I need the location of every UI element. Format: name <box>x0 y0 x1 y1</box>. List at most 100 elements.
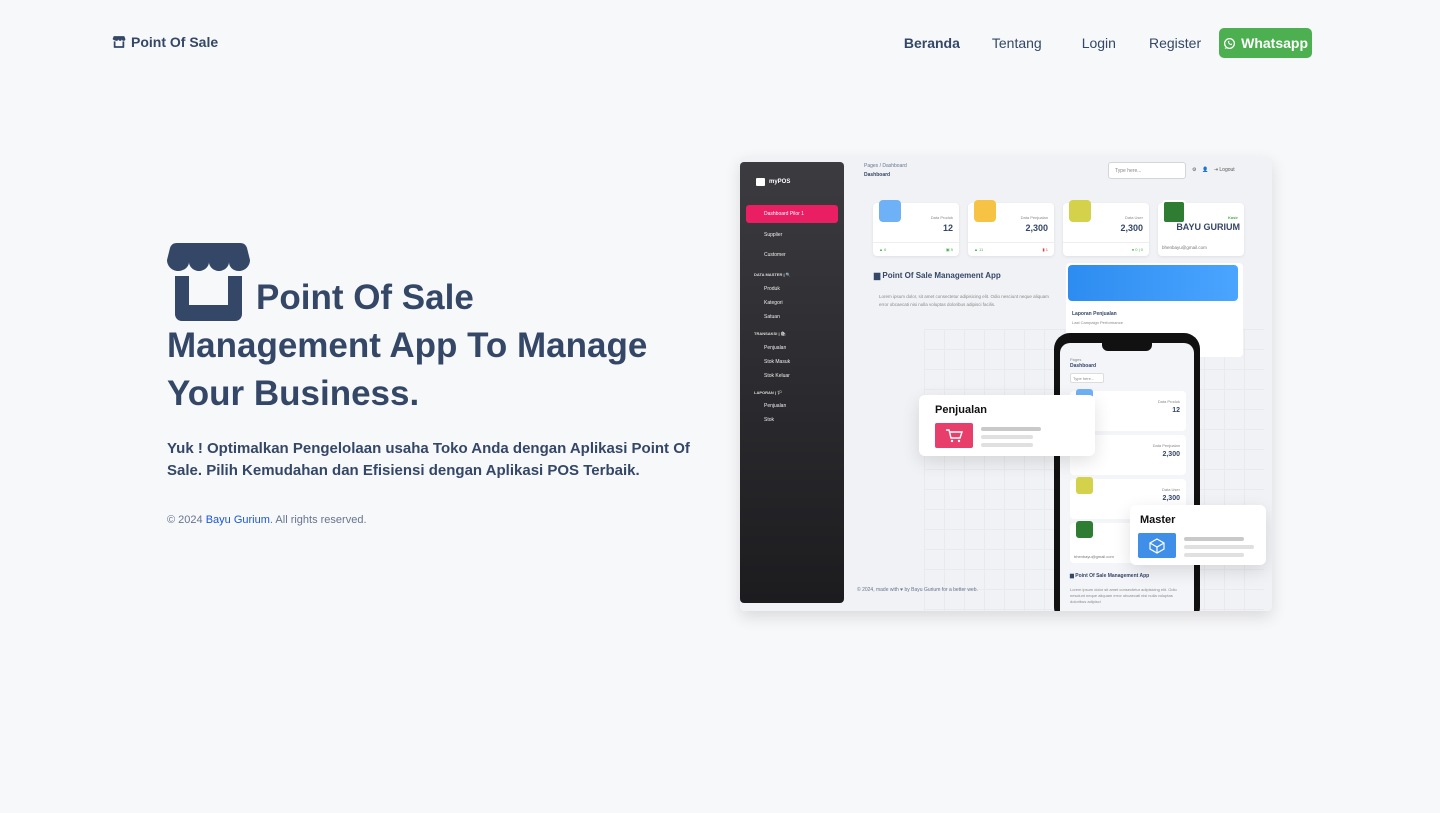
avatar <box>1162 200 1186 224</box>
float-card-title: Master <box>1140 514 1176 526</box>
whatsapp-icon <box>1224 37 1236 49</box>
phone-card-icon <box>1076 477 1093 494</box>
mock-card-footer: ● 0 | 0 <box>1063 242 1149 256</box>
nav-link-beranda[interactable]: Beranda <box>904 35 960 51</box>
phone-mockup: Pages Dashboard Type here... Data Produk… <box>1054 333 1200 611</box>
phone-title: Dashboard <box>1070 363 1097 369</box>
mock-logo-text: myPOS <box>769 179 791 185</box>
nav-link-login[interactable]: Login <box>1082 35 1116 51</box>
mock-footer: © 2024, made with ♥ by Bayu Gurium for a… <box>857 587 978 593</box>
float-bar <box>1184 537 1244 541</box>
mock-sidebar-item: Produk <box>764 286 780 292</box>
mock-report-chart <box>1068 265 1238 301</box>
mock-card-value: 2,300 <box>1025 223 1048 233</box>
mock-sidebar-item: Satuan <box>764 314 780 320</box>
store-large-icon <box>167 243 250 321</box>
mock-card-label: Data Penjualan <box>1020 215 1048 220</box>
phone-crumb: Pages <box>1070 357 1082 362</box>
mock-breadcrumb-text: Pages / Dashboard <box>864 163 907 169</box>
mock-sidebar-item: Customer <box>764 252 786 258</box>
mock-store-icon <box>756 178 765 186</box>
mock-card-value: 12 <box>942 223 953 233</box>
mock-app-desc: Lorem ipsum dolor, sit amet consectetur … <box>879 294 1049 307</box>
mock-report-sub: Last Campaign Performance <box>1072 320 1123 325</box>
mock-card-footer: ▲ 6 ▣ 5 <box>873 242 959 256</box>
mock-app-title: ▆ Point Of Sale Management App <box>874 271 1001 280</box>
float-bar <box>1184 545 1254 549</box>
nav-links: Beranda Tentang Login Register Whatsapp <box>904 28 1312 58</box>
mock-sidebar-heading: LAPORAN | 🏳 <box>754 390 783 395</box>
phone-screen: Pages Dashboard Type here... Data Produk… <box>1060 343 1194 611</box>
mock-card-footer: ▲ 11 ▮ 1 <box>968 242 1054 256</box>
mock-sidebar-item: Stok Masuk <box>764 359 791 365</box>
float-bar <box>981 443 1033 447</box>
nav-link-tentang[interactable]: Tentang <box>992 35 1042 51</box>
mock-top-icons: ⚙ 👤 ⇥ Logout <box>1192 167 1235 173</box>
boxes-icon <box>1138 533 1176 558</box>
mock-sidebar-item: Supplier <box>764 232 783 238</box>
mock-card-foot-left: 6 <box>884 247 887 252</box>
brand-link[interactable]: Point Of Sale <box>112 34 218 50</box>
store-icon <box>112 36 126 48</box>
phone-notch <box>1102 337 1152 351</box>
mock-card-icon <box>974 200 996 222</box>
phone-email: bhenbayu@gmail.com <box>1074 554 1114 559</box>
mock-card-foot-left: 11 <box>979 247 984 252</box>
phone-desc: Lorem ipsum dolor sit amet consectetur a… <box>1070 587 1177 604</box>
phone-card-value: 12 <box>1172 407 1180 414</box>
mock-sidebar-heading: DATA MASTER | 🔍 <box>754 272 791 277</box>
float-card-penjualan: Penjualan <box>919 395 1095 456</box>
mock-sidebar-item: Penjualan <box>764 403 787 409</box>
mock-card-label: Data User <box>1124 215 1143 220</box>
mock-search: Type here... <box>1108 162 1186 179</box>
whatsapp-button[interactable]: Whatsapp <box>1219 28 1312 58</box>
phone-app-title-text: Point Of Sale Management App <box>1075 573 1150 579</box>
mock-logo: myPOS <box>756 178 790 186</box>
cart-icon <box>935 423 973 448</box>
hero-section: Point Of Sale Management App To Manage Y… <box>167 243 707 526</box>
mock-app-title-text: Point Of Sale Management App <box>882 271 1001 280</box>
mock-card-icon <box>879 200 901 222</box>
top-navbar: Point Of Sale Beranda Tentang Login Regi… <box>112 28 1312 58</box>
float-bar <box>981 427 1041 431</box>
phone-card-value: 2,300 <box>1162 495 1180 502</box>
phone-app-title: ▆ Point Of Sale Management App <box>1070 573 1150 579</box>
phone-avatar <box>1076 521 1093 538</box>
float-card-master: Master <box>1130 505 1266 565</box>
copyright: © 2024 Bayu Gurium. All rights reserved. <box>167 514 707 526</box>
mock-sidebar-heading: TRANSAKSI | 🛍 <box>754 331 786 336</box>
phone-card-value: 2,300 <box>1162 451 1180 458</box>
mock-sidebar-item: Stok <box>764 417 775 423</box>
mock-card-user: Data User 2,300 ● 0 | 0 <box>1063 200 1149 256</box>
mock-sidebar: myPOS Dashboard Pilor 1 Supplier Custome… <box>740 162 844 603</box>
dashboard-mockup-image: myPOS Dashboard Pilor 1 Supplier Custome… <box>740 157 1272 611</box>
mock-sidebar-item: Stok Keluar <box>764 373 790 379</box>
float-bar <box>981 435 1033 439</box>
phone-card-label: Data User <box>1161 487 1180 492</box>
mock-user-name: BAYU GURIUM <box>1176 222 1240 232</box>
mock-breadcrumb: Pages / Dashboard Dashboard <box>864 163 907 178</box>
mock-user-email: bhenbayu@gmail.com <box>1162 245 1207 250</box>
mock-logout: Logout <box>1219 167 1235 173</box>
mock-card-profile: Kasir BAYU GURIUM bhenbayu@gmail.com <box>1158 200 1244 256</box>
mock-report-title: Laporan Penjualan <box>1072 311 1117 317</box>
hero-subtitle: Yuk ! Optimalkan Pengelolaan usaha Toko … <box>167 440 690 479</box>
hero-title-line2: Management App To Manage <box>167 326 648 365</box>
mock-card-icon <box>1069 200 1091 222</box>
phone-search: Type here... <box>1070 373 1104 383</box>
nav-link-register[interactable]: Register <box>1149 35 1201 51</box>
copyright-suffix: . All rights reserved. <box>269 514 367 526</box>
phone-card-label: Data Penjualan <box>1152 443 1180 448</box>
hero-title-line1: Point Of Sale <box>256 278 474 317</box>
mock-card-foot-right: 5 <box>950 247 953 252</box>
mock-card-label: Data Produk <box>930 215 953 220</box>
author-link[interactable]: Bayu Gurium <box>206 514 270 526</box>
mock-card-penjualan: Data Penjualan 2,300 ▲ 11 ▮ 1 <box>968 200 1054 256</box>
whatsapp-label: Whatsapp <box>1241 35 1308 51</box>
mock-card-foot-right: 1 <box>1045 247 1048 252</box>
hero-title: Point Of Sale Management App To Manage Y… <box>167 243 707 418</box>
mock-card-produk: Data Produk 12 ▲ 6 ▣ 5 <box>873 200 959 256</box>
float-card-title: Penjualan <box>935 404 987 416</box>
brand-name: Point Of Sale <box>131 34 219 50</box>
mock-sidebar-active: Dashboard Pilor 1 <box>746 205 838 223</box>
